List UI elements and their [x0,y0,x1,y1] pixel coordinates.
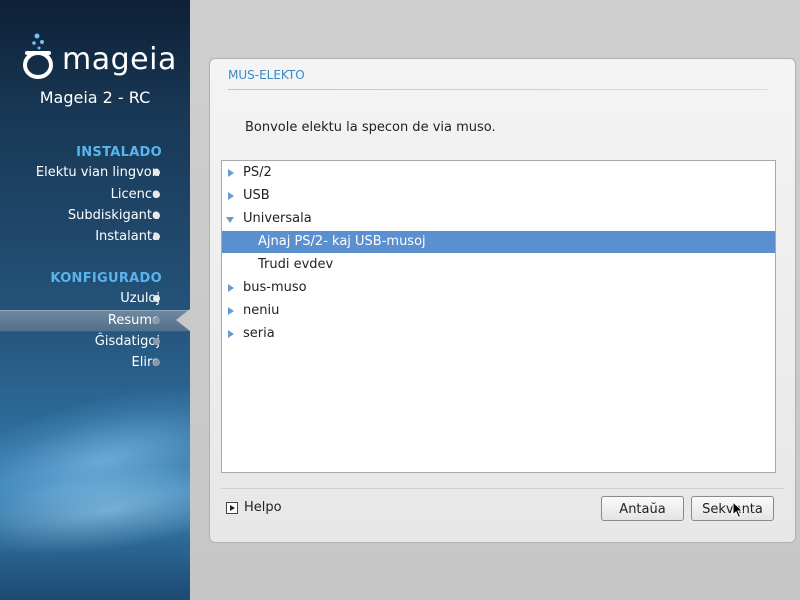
step-dot [153,233,160,240]
step-dot [153,191,160,198]
mouse-type-tree[interactable]: PS/2 USB Universala Ajnaj PS/2- kaj USB-… [221,160,776,473]
mouse-pointer-icon [732,501,744,519]
cauldron-icon [23,33,53,79]
active-step-highlight [0,310,190,332]
tree-item-label: Universala [243,211,312,226]
tree-item-label: USB [243,188,270,203]
step-dot [153,295,160,302]
expand-arrow-icon[interactable] [228,192,234,200]
step-dot [153,169,160,176]
step-dot [153,338,160,345]
tree-item-force-evdev[interactable]: Trudi evdev [222,254,775,276]
tree-item-label: Ajnaj PS/2- kaj USB-musoj [258,234,426,249]
previous-button[interactable]: Antaŭa [601,496,684,521]
step-partitioning: Subdiskigante [67,208,160,223]
step-dot [153,317,160,324]
expand-arrow-icon[interactable] [228,307,234,315]
step-updates: Ĝisdatigoj [94,334,160,349]
logo-text: mageia [62,42,177,77]
mageia-logo: mageia [22,32,182,82]
step-dot [153,359,160,366]
active-step-pointer [176,309,190,331]
title-divider [228,89,769,90]
dialog-prompt: Bonvole elektu la specon de via muso. [245,120,496,135]
tree-item-serial[interactable]: seria [222,323,775,345]
button-divider [221,488,784,489]
tree-item-label: neniu [243,303,280,318]
help-label: Helpo [244,500,282,515]
tree-item-any-ps2-usb[interactable]: Ajnaj PS/2- kaj USB-musoj [222,231,775,253]
play-icon [226,502,238,514]
step-installing: Instalanta [95,229,160,244]
tree-item-usb[interactable]: USB [222,185,775,207]
step-dot [153,212,160,219]
release-title: Mageia 2 - RC [39,88,151,107]
section-title-configure: KONFIGURADO [50,271,162,286]
tree-item-none[interactable]: neniu [222,300,775,322]
tree-item-universal[interactable]: Universala [222,208,775,230]
tree-item-label: bus-muso [243,280,307,295]
tree-item-bus-mouse[interactable]: bus-muso [222,277,775,299]
mouse-selection-dialog: MUS-ELEKTO Bonvole elektu la specon de v… [209,58,796,543]
expand-arrow-icon[interactable] [228,169,234,177]
sidebar: mageia Mageia 2 - RC INSTALADO Elektu vi… [0,0,190,600]
expand-arrow-icon[interactable] [228,284,234,292]
expand-arrow-icon[interactable] [228,330,234,338]
tree-item-label: seria [243,326,275,341]
tree-item-label: Trudi evdev [258,257,334,272]
section-title-install: INSTALADO [76,145,162,160]
tree-item-label: PS/2 [243,165,272,180]
collapse-arrow-icon[interactable] [226,217,234,223]
dialog-title: MUS-ELEKTO [228,68,305,82]
step-language: Elektu vian lingvon [35,165,160,180]
tree-item-ps2[interactable]: PS/2 [222,162,775,184]
